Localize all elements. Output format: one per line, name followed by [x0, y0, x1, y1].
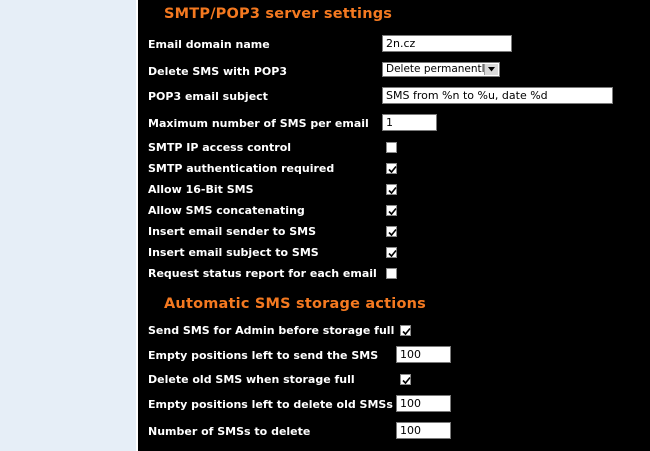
- smtp-ip-access-checkbox[interactable]: [386, 142, 397, 153]
- max-sms-per-email-input[interactable]: 1: [382, 114, 437, 131]
- pop3-subject-label: POP3 email subject: [148, 90, 268, 103]
- insert-sender-checkbox[interactable]: [386, 226, 397, 237]
- checkmark-icon: [388, 165, 397, 174]
- positions-delete-label: Empty positions left to delete old SMSs: [148, 398, 393, 411]
- checkmark-icon: [388, 228, 397, 237]
- chevron-down-icon[interactable]: [484, 64, 498, 75]
- delete-old-sms-checkbox[interactable]: [400, 374, 411, 385]
- row-smtp-auth: SMTP authentication required: [140, 162, 650, 175]
- positions-delete-input[interactable]: 100: [396, 395, 451, 412]
- row-send-admin-sms: Send SMS for Admin before storage full: [140, 324, 650, 337]
- row-delete-sms-pop3: Delete SMS with POP3 Delete permanently: [140, 62, 650, 78]
- row-email-domain: Email domain name 2n.cz: [140, 35, 650, 53]
- number-to-delete-label: Number of SMSs to delete: [148, 425, 311, 438]
- insert-subject-label: Insert email subject to SMS: [148, 246, 319, 259]
- delete-sms-pop3-label: Delete SMS with POP3: [148, 65, 287, 78]
- row-status-report: Request status report for each email: [140, 267, 650, 280]
- row-max-sms-per-email: Maximum number of SMS per email 1: [140, 114, 650, 132]
- row-insert-sender: Insert email sender to SMS: [140, 225, 650, 238]
- allow-16bit-checkbox[interactable]: [386, 184, 397, 195]
- delete-sms-pop3-select[interactable]: Delete permanently: [382, 62, 500, 77]
- send-admin-sms-label: Send SMS for Admin before storage full: [148, 324, 395, 337]
- smtp-auth-label: SMTP authentication required: [148, 162, 335, 175]
- checkmark-icon: [388, 249, 397, 258]
- allow-concatenating-label: Allow SMS concatenating: [148, 204, 305, 217]
- pop3-subject-input[interactable]: SMS from %n to %u, date %d: [382, 87, 613, 104]
- checkmark-icon: [388, 207, 397, 216]
- allow-concatenating-checkbox[interactable]: [386, 205, 397, 216]
- checkmark-icon: [402, 376, 411, 385]
- positions-send-input[interactable]: 100: [396, 346, 451, 363]
- positions-send-label: Empty positions left to send the SMS: [148, 349, 379, 362]
- row-allow-16bit: Allow 16-Bit SMS: [140, 183, 650, 196]
- delete-sms-pop3-selected: Delete permanently: [386, 63, 491, 75]
- send-admin-sms-checkbox[interactable]: [400, 325, 411, 336]
- row-insert-subject: Insert email subject to SMS: [140, 246, 650, 259]
- row-positions-delete: Empty positions left to delete old SMSs …: [140, 395, 650, 413]
- smtp-ip-access-label: SMTP IP access control: [148, 141, 292, 154]
- left-sidebar: [0, 0, 138, 451]
- status-report-label: Request status report for each email: [148, 267, 377, 280]
- checkmark-icon: [388, 186, 397, 195]
- storage-section-title: Automatic SMS storage actions: [164, 296, 426, 312]
- row-delete-old-sms: Delete old SMS when storage full: [140, 373, 650, 386]
- smtp-section-title: SMTP/POP3 server settings: [164, 6, 393, 22]
- sidebar-edge: [136, 0, 138, 451]
- smtp-auth-checkbox[interactable]: [386, 163, 397, 174]
- settings-panel: SMTP/POP3 server settings Email domain n…: [140, 0, 650, 451]
- row-pop3-subject: POP3 email subject SMS from %n to %u, da…: [140, 87, 650, 105]
- row-allow-concatenating: Allow SMS concatenating: [140, 204, 650, 217]
- row-smtp-ip-access: SMTP IP access control: [140, 141, 650, 154]
- row-positions-send: Empty positions left to send the SMS 100: [140, 346, 650, 364]
- allow-16bit-label: Allow 16-Bit SMS: [148, 183, 254, 196]
- email-domain-label: Email domain name: [148, 38, 270, 51]
- status-report-checkbox[interactable]: [386, 268, 397, 279]
- insert-sender-label: Insert email sender to SMS: [148, 225, 317, 238]
- email-domain-input[interactable]: 2n.cz: [382, 35, 512, 52]
- checkmark-icon: [402, 327, 411, 336]
- delete-old-sms-label: Delete old SMS when storage full: [148, 373, 355, 386]
- row-number-to-delete: Number of SMSs to delete 100: [140, 422, 650, 440]
- max-sms-per-email-label: Maximum number of SMS per email: [148, 117, 369, 130]
- number-to-delete-input[interactable]: 100: [396, 422, 451, 439]
- insert-subject-checkbox[interactable]: [386, 247, 397, 258]
